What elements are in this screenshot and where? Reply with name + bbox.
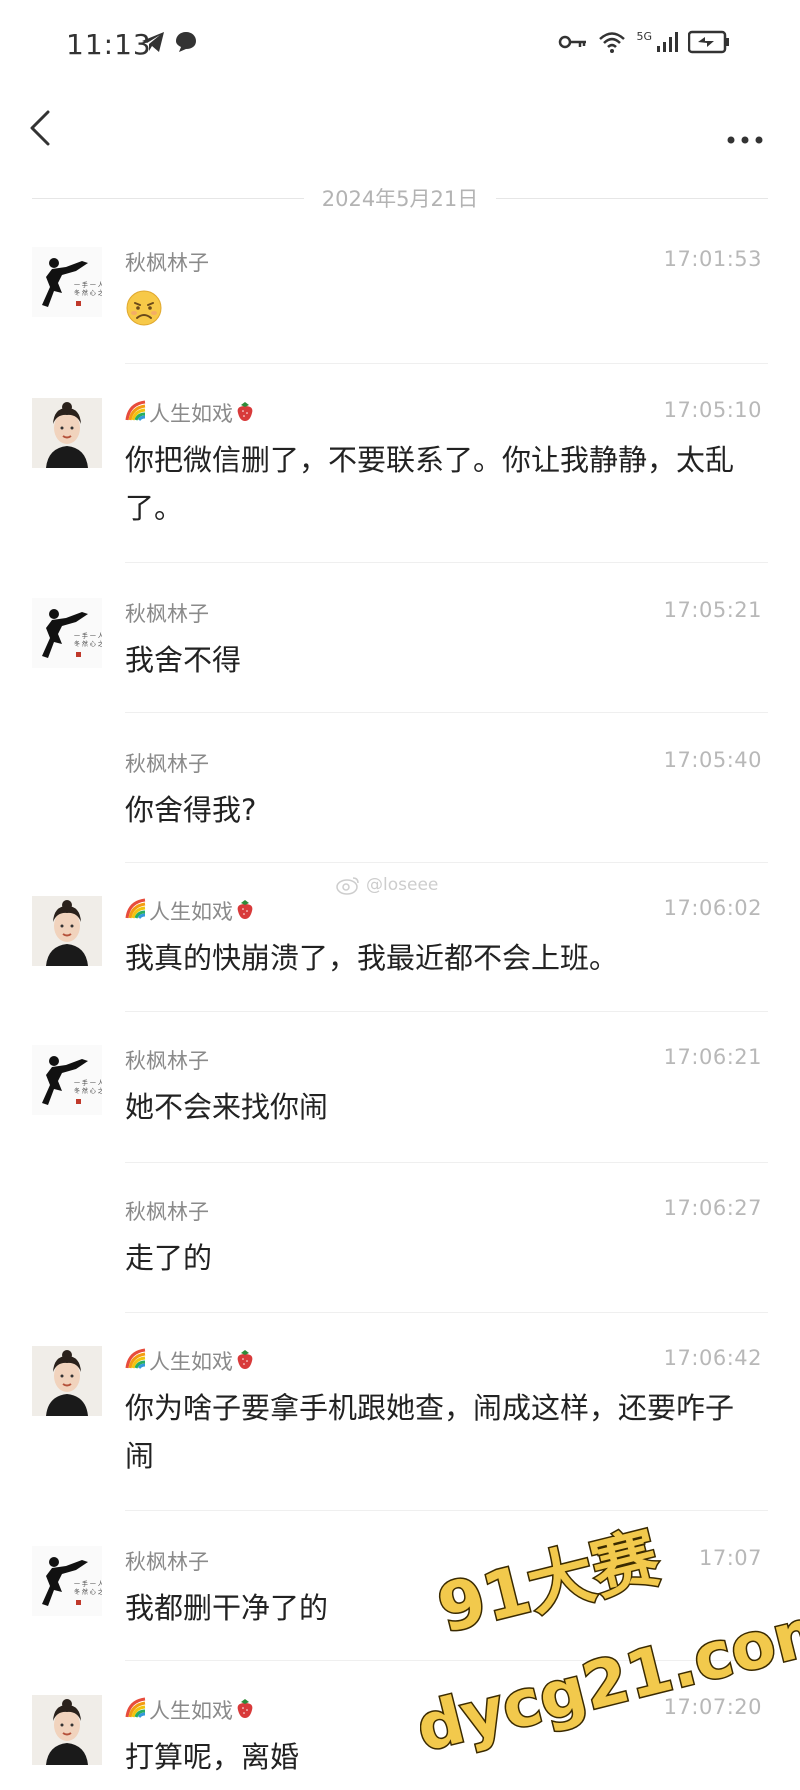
sad-face-emoji-icon xyxy=(126,290,162,326)
sender-name: 秋枫林子 xyxy=(125,1550,209,1574)
weibo-logo-icon xyxy=(336,877,359,895)
status-bar: 11:13 5G xyxy=(0,0,800,96)
date-divider: 2024年5月21日 xyxy=(32,183,768,213)
status-notification-icons xyxy=(140,30,198,58)
strawberry-emoji-icon xyxy=(235,400,255,427)
strawberry-emoji-icon xyxy=(235,898,255,925)
gunman-silhouette-icon: 一 手 一 人 冬 然 心 之 xyxy=(32,247,102,317)
rainbow-emoji-icon xyxy=(125,898,147,925)
sender-name: 秋枫林子 xyxy=(125,251,209,275)
sender-name: 人生如戏 xyxy=(125,1695,255,1725)
message-content: 她不会来找你闹 xyxy=(125,1090,329,1124)
message-separator xyxy=(125,1162,768,1163)
woman-portrait-icon xyxy=(32,398,102,468)
gunman-silhouette-icon: 一 手 一 人 冬 然 心 之 xyxy=(32,598,102,668)
gunman-silhouette-icon: 一 手 一 人 冬 然 心 之 xyxy=(32,1546,102,1616)
message-time: 17:05:21 xyxy=(663,598,762,622)
sender-name: 秋枫林子 xyxy=(125,752,209,776)
avatar-qiufenglinzi[interactable]: 一 手 一 人 冬 然 心 之 xyxy=(32,1546,102,1616)
message-content: 我舍不得 xyxy=(125,643,242,677)
avatar-renshengruxi[interactable] xyxy=(32,896,102,966)
message-separator xyxy=(125,862,768,863)
message-separator xyxy=(125,1312,768,1313)
battery-icon xyxy=(687,30,730,58)
svg-text:一 手 一 人: 一 手 一 人 xyxy=(74,1580,102,1588)
svg-text:一 手 一 人: 一 手 一 人 xyxy=(74,632,102,640)
message-time: 17:01:53 xyxy=(663,247,762,271)
message-time: 17:06:27 xyxy=(663,1196,762,1220)
rainbow-emoji-icon xyxy=(125,1697,147,1724)
woman-portrait-icon xyxy=(32,1346,102,1416)
svg-text:一 手 一 人: 一 手 一 人 xyxy=(74,281,102,289)
sender-name: 人生如戏 xyxy=(125,1346,255,1376)
message-separator xyxy=(125,1510,768,1511)
weibo-watermark: @loseee xyxy=(336,875,438,895)
message-time: 17:06:21 xyxy=(663,1045,762,1069)
rainbow-emoji-icon xyxy=(125,400,147,427)
svg-text:冬 然 心 之: 冬 然 心 之 xyxy=(74,1087,102,1095)
message-content: 我真的快崩溃了，我最近都不会上班。 xyxy=(125,941,619,975)
divider-line xyxy=(32,197,304,199)
date-label: 2024年5月21日 xyxy=(321,187,479,211)
rainbow-emoji-icon xyxy=(125,1348,147,1375)
nav-bar xyxy=(0,96,800,166)
strawberry-emoji-icon xyxy=(235,1348,255,1375)
signal-icon xyxy=(656,31,678,57)
more-options-button[interactable] xyxy=(720,106,770,150)
avatar-qiufenglinzi[interactable]: 一 手 一 人 冬 然 心 之 xyxy=(32,1045,102,1115)
wifi-icon xyxy=(598,30,626,58)
message-separator xyxy=(125,363,768,364)
sender-name: 人生如戏 xyxy=(125,398,255,428)
message-content: 打算呢，离婚 xyxy=(125,1740,300,1774)
status-time: 11:13 xyxy=(66,28,152,61)
message-time: 17:07 xyxy=(698,1546,762,1570)
avatar-renshengruxi[interactable] xyxy=(32,398,102,468)
message-separator xyxy=(125,562,768,563)
avatar-qiufenglinzi[interactable]: 一 手 一 人 冬 然 心 之 xyxy=(32,247,102,317)
chat-bubble-icon xyxy=(174,30,198,58)
sender-name: 秋枫林子 xyxy=(125,602,209,626)
message-separator xyxy=(125,1011,768,1012)
avatar-renshengruxi[interactable] xyxy=(32,1346,102,1416)
avatar-qiufenglinzi[interactable]: 一 手 一 人 冬 然 心 之 xyxy=(32,598,102,668)
message-content: 你为啥子要拿手机跟她查，闹成这样，还要咋子闹 xyxy=(125,1391,735,1473)
more-dots-icon xyxy=(727,136,763,144)
status-system-icons: 5G xyxy=(558,30,730,58)
message-time: 17:06:42 xyxy=(663,1346,762,1370)
divider-line xyxy=(496,197,768,199)
message-content xyxy=(125,285,745,341)
network-type: 5G xyxy=(636,30,652,43)
message-content: 走了的 xyxy=(125,1241,213,1275)
message-content: 你舍得我? xyxy=(125,793,257,827)
back-button[interactable] xyxy=(22,106,62,150)
strawberry-emoji-icon xyxy=(235,1697,255,1724)
message-separator xyxy=(125,712,768,713)
key-icon xyxy=(558,31,588,57)
svg-text:冬 然 心 之: 冬 然 心 之 xyxy=(74,640,102,648)
chevron-left-icon xyxy=(30,110,50,146)
svg-text:冬 然 心 之: 冬 然 心 之 xyxy=(74,1588,102,1596)
woman-portrait-icon xyxy=(32,896,102,966)
sender-name: 人生如戏 xyxy=(125,896,255,926)
avatar-renshengruxi[interactable] xyxy=(32,1695,102,1765)
message-time: 17:05:40 xyxy=(663,748,762,772)
sender-name: 秋枫林子 xyxy=(125,1049,209,1073)
telegram-icon xyxy=(140,30,166,58)
woman-portrait-icon xyxy=(32,1695,102,1765)
message-content: 你把微信删了，不要联系了。你让我静静，太乱了。 xyxy=(125,443,735,525)
message-time: 17:07:20 xyxy=(663,1695,762,1719)
gunman-silhouette-icon: 一 手 一 人 冬 然 心 之 xyxy=(32,1045,102,1115)
message-content: 我都删干净了的 xyxy=(125,1591,329,1625)
message-time: 17:05:10 xyxy=(663,398,762,422)
sender-name: 秋枫林子 xyxy=(125,1200,209,1224)
message-time: 17:06:02 xyxy=(663,896,762,920)
svg-text:一 手 一 人: 一 手 一 人 xyxy=(74,1079,102,1087)
svg-text:冬 然 心 之: 冬 然 心 之 xyxy=(74,289,102,297)
message-separator xyxy=(125,1660,768,1661)
